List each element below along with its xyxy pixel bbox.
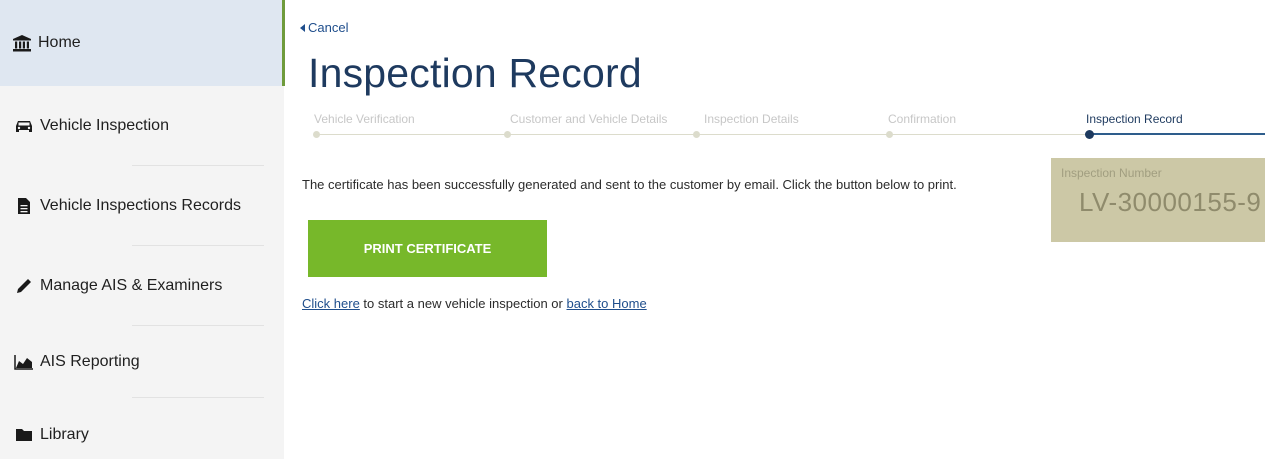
next-actions: Click here to start a new vehicle inspec…: [302, 296, 647, 311]
sidebar-item-manage-ais[interactable]: Manage AIS & Examiners: [0, 246, 284, 326]
inspection-number-box: Inspection Number LV-30000155-9: [1051, 158, 1265, 242]
inspection-number-label: Inspection Number: [1061, 166, 1162, 180]
step-inspection-details: Inspection Details: [704, 112, 799, 126]
caret-left-icon: [300, 23, 305, 32]
step-dot: [313, 131, 320, 138]
bank-icon: [12, 34, 32, 52]
sidebar-item-library[interactable]: Library: [0, 410, 284, 459]
next-actions-text: to start a new vehicle inspection or: [363, 296, 563, 311]
step-inspection-record: Inspection Record: [1086, 112, 1183, 126]
sidebar-item-vehicle-inspection[interactable]: Vehicle Inspection: [0, 86, 284, 166]
sidebar-item-ais-reporting[interactable]: AIS Reporting: [0, 326, 284, 398]
sidebar-item-label: Library: [40, 425, 89, 443]
step-customer-vehicle-details: Customer and Vehicle Details: [510, 112, 668, 126]
pencil-icon: [14, 277, 34, 295]
step-vehicle-verification: Vehicle Verification: [314, 112, 415, 126]
back-to-home-link[interactable]: back to Home: [566, 296, 646, 311]
sidebar-item-label: Vehicle Inspections Records: [40, 197, 241, 214]
cancel-label: Cancel: [308, 20, 349, 35]
sidebar-item-records[interactable]: Vehicle Inspections Records: [0, 166, 284, 246]
sidebar-item-label: Home: [38, 34, 81, 51]
stepper-line-active: [1090, 133, 1265, 135]
cancel-link[interactable]: Cancel: [300, 20, 348, 35]
area-chart-icon: [14, 353, 34, 371]
sidebar: Home Vehicle Inspection Vehicle Inspecti…: [0, 0, 284, 459]
active-indicator: [282, 0, 285, 86]
success-message: The certificate has been successfully ge…: [302, 177, 957, 192]
step-dot-active: [1085, 130, 1094, 139]
print-certificate-button[interactable]: PRINT CERTIFICATE: [308, 220, 547, 277]
document-icon: [14, 197, 34, 215]
folder-icon: [14, 426, 34, 444]
step-dot: [693, 131, 700, 138]
step-dot: [886, 131, 893, 138]
sidebar-item-label: AIS Reporting: [40, 353, 140, 370]
step-confirmation: Confirmation: [888, 112, 957, 126]
stepper-line: [316, 134, 1086, 135]
divider: [132, 397, 264, 398]
car-icon: [14, 117, 34, 135]
sidebar-item-label: Vehicle Inspection: [40, 117, 169, 134]
progress-stepper: Vehicle Verification Customer and Vehicl…: [308, 107, 1265, 143]
sidebar-item-label: Manage AIS & Examiners: [40, 277, 223, 294]
click-here-link[interactable]: Click here: [302, 296, 360, 311]
page-title: Inspection Record: [308, 50, 642, 96]
sidebar-item-home[interactable]: Home: [0, 0, 284, 86]
inspection-number-value: LV-30000155-9: [1079, 187, 1262, 217]
step-dot: [504, 131, 511, 138]
